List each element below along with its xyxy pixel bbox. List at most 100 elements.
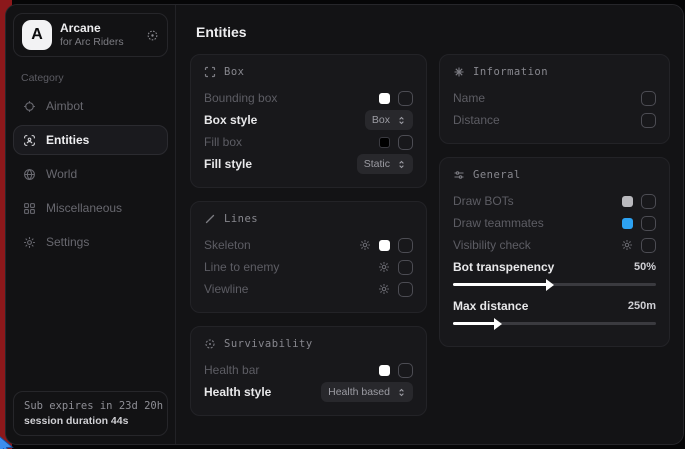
row-visibility-check: Visibility check (453, 234, 656, 256)
row-skeleton: Skeleton (204, 234, 413, 256)
panel-general: General Draw BOTs Draw teammates (439, 157, 670, 347)
sidebar-item-label: Entities (46, 133, 89, 147)
checkbox[interactable] (398, 282, 413, 297)
color-swatch[interactable] (622, 196, 633, 207)
panel-information: Information Name Distance (439, 54, 670, 144)
row-viewline: Viewline (204, 278, 413, 300)
sidebar: A Arcane for Arc Riders Category Aimbot (6, 5, 176, 444)
sidebar-item-aimbot[interactable]: Aimbot (13, 91, 168, 121)
line-icon (204, 213, 216, 225)
sidebar-item-settings[interactable]: Settings (13, 227, 168, 257)
row-settings-gear-icon[interactable] (359, 239, 371, 251)
sidebar-item-miscellaneous[interactable]: Miscellaneous (13, 193, 168, 223)
row-name: Name (453, 87, 656, 109)
spinner-gear-icon[interactable] (146, 29, 159, 42)
globe-icon (23, 168, 36, 181)
row-health-bar: Health bar (204, 359, 413, 381)
subscription-card: Sub expires in 23d 20h session duration … (13, 391, 168, 436)
entity-scan-icon (23, 134, 36, 147)
slider-value: 250m (628, 300, 656, 312)
corner-brackets-icon (204, 66, 216, 78)
row-draw-teammates: Draw teammates (453, 212, 656, 234)
row-label: Line to enemy (204, 260, 279, 274)
row-settings-gear-icon[interactable] (378, 283, 390, 295)
max-distance-slider[interactable] (453, 322, 656, 325)
page-title: Entities (196, 24, 670, 40)
grid-icon (23, 202, 36, 215)
panel-survivability: Survivability Health bar Health style He… (190, 326, 427, 416)
row-label: Fill box (204, 135, 242, 149)
checkbox[interactable] (641, 113, 656, 128)
crosshair-icon (23, 100, 36, 113)
slider-label: Bot transpenency (453, 260, 554, 274)
health-style-dropdown[interactable]: Health based (321, 382, 413, 402)
session-duration-text: session duration 44s (24, 415, 157, 427)
sub-expiry-text: Sub expires in 23d 20h (24, 400, 157, 412)
panel-title: Lines (224, 213, 258, 225)
slider-value: 50% (634, 261, 656, 273)
bot-transparency-slider[interactable] (453, 283, 656, 286)
row-label: Draw teammates (453, 216, 544, 230)
row-distance: Distance (453, 109, 656, 131)
row-label: Visibility check (453, 238, 531, 252)
checkbox[interactable] (398, 135, 413, 150)
checkbox[interactable] (398, 363, 413, 378)
row-health-style: Health style Health based (204, 381, 413, 403)
row-label: Health style (204, 385, 271, 399)
chevron-updown-icon (397, 159, 406, 170)
panel-lines: Lines Skeleton Line to enemy (190, 201, 427, 313)
app-subtitle: for Arc Riders (60, 36, 138, 49)
row-label: Name (453, 91, 485, 105)
panel-title: Information (473, 66, 548, 78)
gear-icon (23, 236, 36, 249)
color-swatch[interactable] (379, 93, 390, 104)
panel-title: Survivability (224, 338, 313, 350)
slider-handle-arrow[interactable] (494, 318, 502, 330)
checkbox[interactable] (641, 194, 656, 209)
row-settings-gear-icon[interactable] (378, 261, 390, 273)
panel-title: General (473, 169, 521, 181)
row-label: Distance (453, 113, 500, 127)
row-label: Draw BOTs (453, 194, 514, 208)
panel-box: Box Bounding box Box style Box (190, 54, 427, 188)
checkbox[interactable] (641, 238, 656, 253)
row-draw-bots: Draw BOTs (453, 190, 656, 212)
app-window: A Arcane for Arc Riders Category Aimbot (5, 4, 684, 445)
chevron-updown-icon (397, 115, 406, 126)
checkbox[interactable] (398, 260, 413, 275)
color-swatch[interactable] (379, 365, 390, 376)
sidebar-item-world[interactable]: World (13, 159, 168, 189)
row-label: Box style (204, 113, 257, 127)
sliders-icon (453, 169, 465, 181)
category-label: Category (21, 72, 160, 84)
brand-card: A Arcane for Arc Riders (13, 13, 168, 57)
mouse-cursor (0, 435, 17, 449)
color-swatch[interactable] (379, 137, 390, 148)
sidebar-nav: Aimbot Entities World Miscellaneous (13, 91, 168, 257)
main-content: Entities Box Bounding box (176, 5, 684, 444)
checkbox[interactable] (641, 216, 656, 231)
slider-handle-arrow[interactable] (546, 279, 554, 291)
checkbox[interactable] (641, 91, 656, 106)
sparkle-icon (453, 66, 465, 78)
sidebar-item-entities[interactable]: Entities (13, 125, 168, 155)
panel-title: Box (224, 66, 244, 78)
row-bounding-box: Bounding box (204, 87, 413, 109)
row-box-style: Box style Box (204, 109, 413, 131)
checkbox[interactable] (398, 91, 413, 106)
sidebar-item-label: Aimbot (46, 99, 83, 113)
box-style-dropdown[interactable]: Box (365, 110, 413, 130)
sidebar-item-label: World (46, 167, 77, 181)
row-label: Skeleton (204, 238, 251, 252)
checkbox[interactable] (398, 238, 413, 253)
color-swatch[interactable] (379, 240, 390, 251)
sidebar-item-label: Miscellaneous (46, 201, 122, 215)
color-swatch[interactable] (622, 218, 633, 229)
app-title: Arcane (60, 21, 138, 36)
slider-label: Max distance (453, 299, 528, 313)
row-bot-transparency: Bot transpenency 50% (453, 256, 656, 278)
fill-style-dropdown[interactable]: Static (357, 154, 413, 174)
row-fill-style: Fill style Static (204, 153, 413, 175)
row-settings-gear-icon[interactable] (621, 239, 633, 251)
row-label: Bounding box (204, 91, 277, 105)
